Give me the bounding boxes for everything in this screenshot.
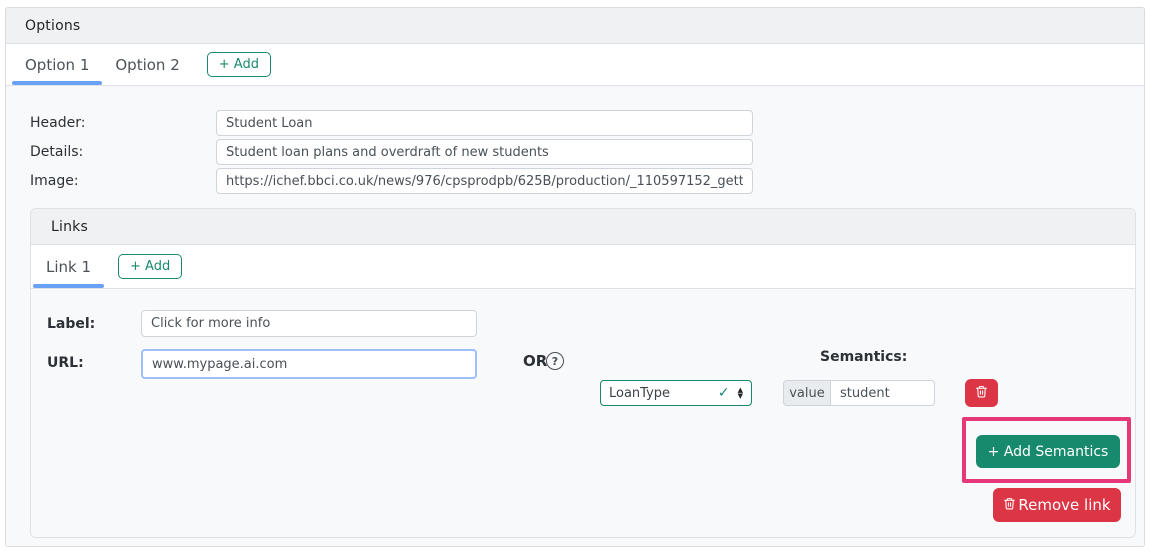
- tab-option-2[interactable]: Option 2: [102, 44, 192, 85]
- links-tabs: Link 1 + Add: [31, 245, 1135, 289]
- remove-link-button[interactable]: Remove link: [993, 488, 1121, 522]
- active-tab-underline: [33, 284, 105, 288]
- select-updown-arrows-icon: ▲ ▼: [737, 386, 743, 400]
- semantic-type-select[interactable]: LoanType ✓ ▲ ▼: [600, 380, 752, 406]
- image-url-input[interactable]: [216, 168, 753, 194]
- details-input[interactable]: [216, 139, 753, 165]
- image-field-label: Image:: [30, 173, 79, 189]
- link-label-field-label: Label:: [47, 316, 96, 332]
- delete-semantics-button[interactable]: [965, 379, 998, 407]
- option-1-content: Header: Details: Image: Links Link 1 + A…: [6, 86, 1144, 546]
- trash-icon: [975, 384, 988, 402]
- tab-option-1[interactable]: Option 1: [12, 44, 103, 85]
- check-icon: ✓: [717, 385, 730, 401]
- url-field-label: URL:: [47, 355, 84, 371]
- link-1-content: Label: URL: OR ? LoanType ✓ ▲ ▼ Semantic…: [31, 289, 1135, 537]
- or-label: OR: [523, 352, 548, 370]
- semantic-type-selected-value: LoanType: [609, 385, 671, 401]
- tab-link-1[interactable]: Link 1: [33, 245, 105, 288]
- options-panel: Options Option 1 Option 2 + Add Header: …: [5, 7, 1145, 547]
- options-panel-title: Options: [25, 17, 81, 34]
- links-panel: Links Link 1 + Add Label: URL: OR ? Loan…: [30, 208, 1136, 538]
- details-field-row: Details:: [30, 139, 1144, 165]
- semantics-key-label: value: [783, 380, 830, 406]
- url-input[interactable]: [141, 349, 477, 379]
- header-field-row: Header:: [30, 110, 1144, 136]
- help-icon[interactable]: ?: [546, 352, 564, 370]
- active-tab-underline: [12, 81, 103, 85]
- trash-icon: [1003, 496, 1016, 515]
- tab-option-1-label: Option 1: [25, 55, 90, 74]
- tab-link-1-label: Link 1: [46, 257, 92, 276]
- header-input[interactable]: [216, 110, 753, 136]
- details-field-label: Details:: [30, 144, 84, 160]
- semantics-heading: Semantics:: [820, 349, 908, 365]
- remove-link-label: Remove link: [1018, 496, 1111, 514]
- link-label-input[interactable]: [141, 310, 477, 337]
- options-tabs: Option 1 Option 2 + Add: [6, 44, 1144, 86]
- add-option-button[interactable]: + Add: [206, 52, 271, 77]
- add-semantics-button[interactable]: + Add Semantics: [976, 435, 1120, 468]
- options-panel-header: Options: [6, 8, 1144, 44]
- add-link-button[interactable]: + Add: [118, 254, 183, 279]
- header-field-label: Header:: [30, 115, 86, 131]
- links-panel-title: Links: [51, 218, 88, 235]
- links-panel-header: Links: [31, 209, 1135, 245]
- image-field-row: Image:: [30, 168, 1144, 194]
- semantics-pair-group: value: [783, 380, 935, 406]
- tab-option-2-label: Option 2: [115, 55, 180, 74]
- semantics-value-input[interactable]: [830, 380, 935, 406]
